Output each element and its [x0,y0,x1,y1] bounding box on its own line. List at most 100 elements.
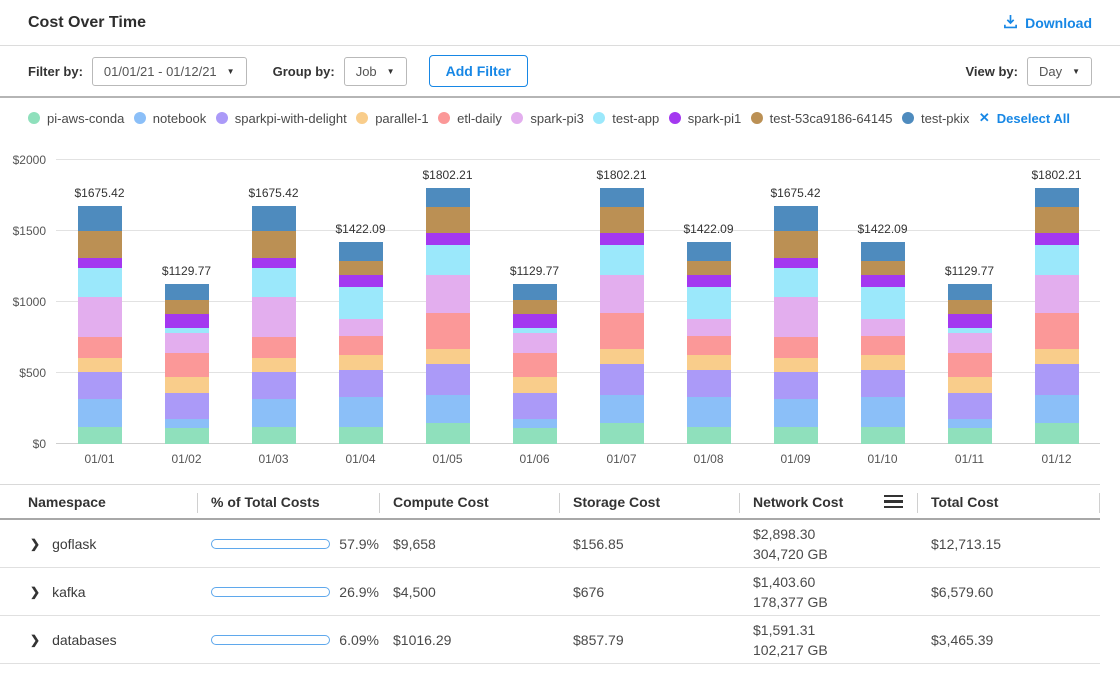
table-row-databases[interactable]: ❯databases6.09%$1016.29$857.79$1,591.311… [0,616,1100,664]
bar-segment-sparkpi-with-delight[interactable] [165,393,209,418]
bar-segment-spark-pi3[interactable] [948,333,992,353]
bar-segment-etl-daily[interactable] [687,336,731,355]
column-header-storage-cost[interactable]: Storage Cost [559,485,739,518]
legend-item-parallel-1[interactable]: parallel-1 [356,111,428,126]
bar-segment-sparkpi-with-delight[interactable] [948,393,992,418]
bar-segment-test-app[interactable] [339,287,383,318]
bar-segment-spark-pi3[interactable] [78,297,122,337]
bar-segment-etl-daily[interactable] [513,353,557,377]
column-header-total-cost[interactable]: Total Cost [917,485,1100,518]
group-by-select[interactable]: Job ▼ [344,57,407,86]
bar-segment-etl-daily[interactable] [426,313,470,349]
bar-segment-sparkpi-with-delight[interactable] [339,370,383,397]
stacked-bar-01/06[interactable] [513,284,557,444]
bar-segment-test-app[interactable] [78,268,122,297]
stacked-bar-01/10[interactable] [861,242,905,444]
bar-segment-etl-daily[interactable] [252,337,296,358]
bar-segment-parallel-1[interactable] [948,377,992,393]
bar-segment-notebook[interactable] [513,419,557,428]
bar-segment-test-53ca9186-64145[interactable] [78,231,122,258]
legend-item-test-app[interactable]: test-app [593,111,659,126]
bar-segment-test-pkix[interactable] [339,242,383,261]
bar-segment-test-53ca9186-64145[interactable] [861,261,905,275]
legend-item-spark-pi3[interactable]: spark-pi3 [511,111,583,126]
date-range-select[interactable]: 01/01/21 - 01/12/21 ▼ [92,57,247,86]
bar-segment-sparkpi-with-delight[interactable] [600,364,644,396]
bar-segment-test-pkix[interactable] [513,284,557,300]
bar-segment-test-app[interactable] [252,268,296,297]
bar-segment-test-pkix[interactable] [774,206,818,231]
add-filter-button[interactable]: Add Filter [429,55,528,87]
stacked-bar-01/09[interactable] [774,206,818,444]
bar-segment-parallel-1[interactable] [687,355,731,370]
bar-segment-spark-pi1[interactable] [774,258,818,268]
bar-segment-test-53ca9186-64145[interactable] [948,300,992,314]
bar-segment-notebook[interactable] [600,395,644,423]
bar-segment-pi-aws-conda[interactable] [513,428,557,444]
bar-segment-spark-pi3[interactable] [1035,275,1079,313]
stacked-bar-01/08[interactable] [687,242,731,444]
view-by-select[interactable]: Day ▼ [1027,57,1092,86]
table-row-goflask[interactable]: ❯goflask57.9%$9,658$156.85$2,898.30304,7… [0,520,1100,568]
bar-segment-spark-pi3[interactable] [774,297,818,337]
bar-segment-parallel-1[interactable] [426,349,470,364]
legend-item-test-53ca9186-64145[interactable]: test-53ca9186-64145 [751,111,893,126]
bar-segment-notebook[interactable] [165,419,209,428]
bar-segment-spark-pi1[interactable] [600,233,644,245]
bar-segment-spark-pi3[interactable] [426,275,470,313]
bar-segment-sparkpi-with-delight[interactable] [687,370,731,397]
bar-segment-test-pkix[interactable] [1035,188,1079,207]
bar-segment-notebook[interactable] [252,399,296,427]
bar-segment-test-app[interactable] [687,287,731,318]
bar-segment-parallel-1[interactable] [1035,349,1079,364]
legend-item-pi-aws-conda[interactable]: pi-aws-conda [28,111,124,126]
bar-segment-pi-aws-conda[interactable] [426,423,470,444]
bar-segment-parallel-1[interactable] [339,355,383,370]
stacked-bar-01/02[interactable] [165,284,209,444]
bar-segment-spark-pi3[interactable] [513,333,557,353]
bar-segment-spark-pi3[interactable] [339,319,383,337]
column-header-network-cost[interactable]: Network Cost [739,485,917,518]
bar-segment-test-pkix[interactable] [165,284,209,300]
bar-segment-notebook[interactable] [1035,395,1079,423]
bar-segment-test-53ca9186-64145[interactable] [513,300,557,314]
legend-item-etl-daily[interactable]: etl-daily [438,111,502,126]
stacked-bar-01/03[interactable] [252,206,296,444]
bar-segment-test-53ca9186-64145[interactable] [687,261,731,275]
bar-segment-test-app[interactable] [774,268,818,297]
bar-segment-etl-daily[interactable] [948,353,992,377]
bar-segment-spark-pi3[interactable] [165,333,209,353]
bar-segment-test-app[interactable] [426,245,470,275]
bar-segment-pi-aws-conda[interactable] [774,427,818,444]
bar-segment-parallel-1[interactable] [252,358,296,372]
bar-segment-sparkpi-with-delight[interactable] [78,372,122,399]
expand-chevron-icon[interactable]: ❯ [30,585,40,599]
bar-segment-parallel-1[interactable] [165,377,209,393]
bar-segment-etl-daily[interactable] [165,353,209,377]
download-button[interactable]: Download [1003,14,1092,32]
bar-segment-parallel-1[interactable] [513,377,557,393]
stacked-bar-01/01[interactable] [78,206,122,444]
bar-segment-pi-aws-conda[interactable] [687,427,731,444]
bar-segment-pi-aws-conda[interactable] [165,428,209,444]
bar-segment-test-53ca9186-64145[interactable] [774,231,818,258]
legend-item-sparkpi-with-delight[interactable]: sparkpi-with-delight [216,111,347,126]
bar-segment-spark-pi3[interactable] [600,275,644,313]
bar-segment-pi-aws-conda[interactable] [1035,423,1079,444]
bar-segment-test-pkix[interactable] [78,206,122,231]
column-menu-icon[interactable] [882,493,905,511]
bar-segment-parallel-1[interactable] [774,358,818,372]
bar-segment-pi-aws-conda[interactable] [861,427,905,444]
bar-segment-spark-pi1[interactable] [426,233,470,245]
bar-segment-test-53ca9186-64145[interactable] [600,207,644,233]
stacked-bar-01/11[interactable] [948,284,992,444]
bar-segment-spark-pi1[interactable] [513,314,557,327]
bar-segment-etl-daily[interactable] [78,337,122,358]
bar-segment-etl-daily[interactable] [600,313,644,349]
bar-segment-notebook[interactable] [687,397,731,427]
bar-segment-notebook[interactable] [78,399,122,427]
bar-segment-pi-aws-conda[interactable] [78,427,122,444]
bar-segment-spark-pi3[interactable] [252,297,296,337]
bar-segment-sparkpi-with-delight[interactable] [1035,364,1079,396]
bar-segment-parallel-1[interactable] [78,358,122,372]
